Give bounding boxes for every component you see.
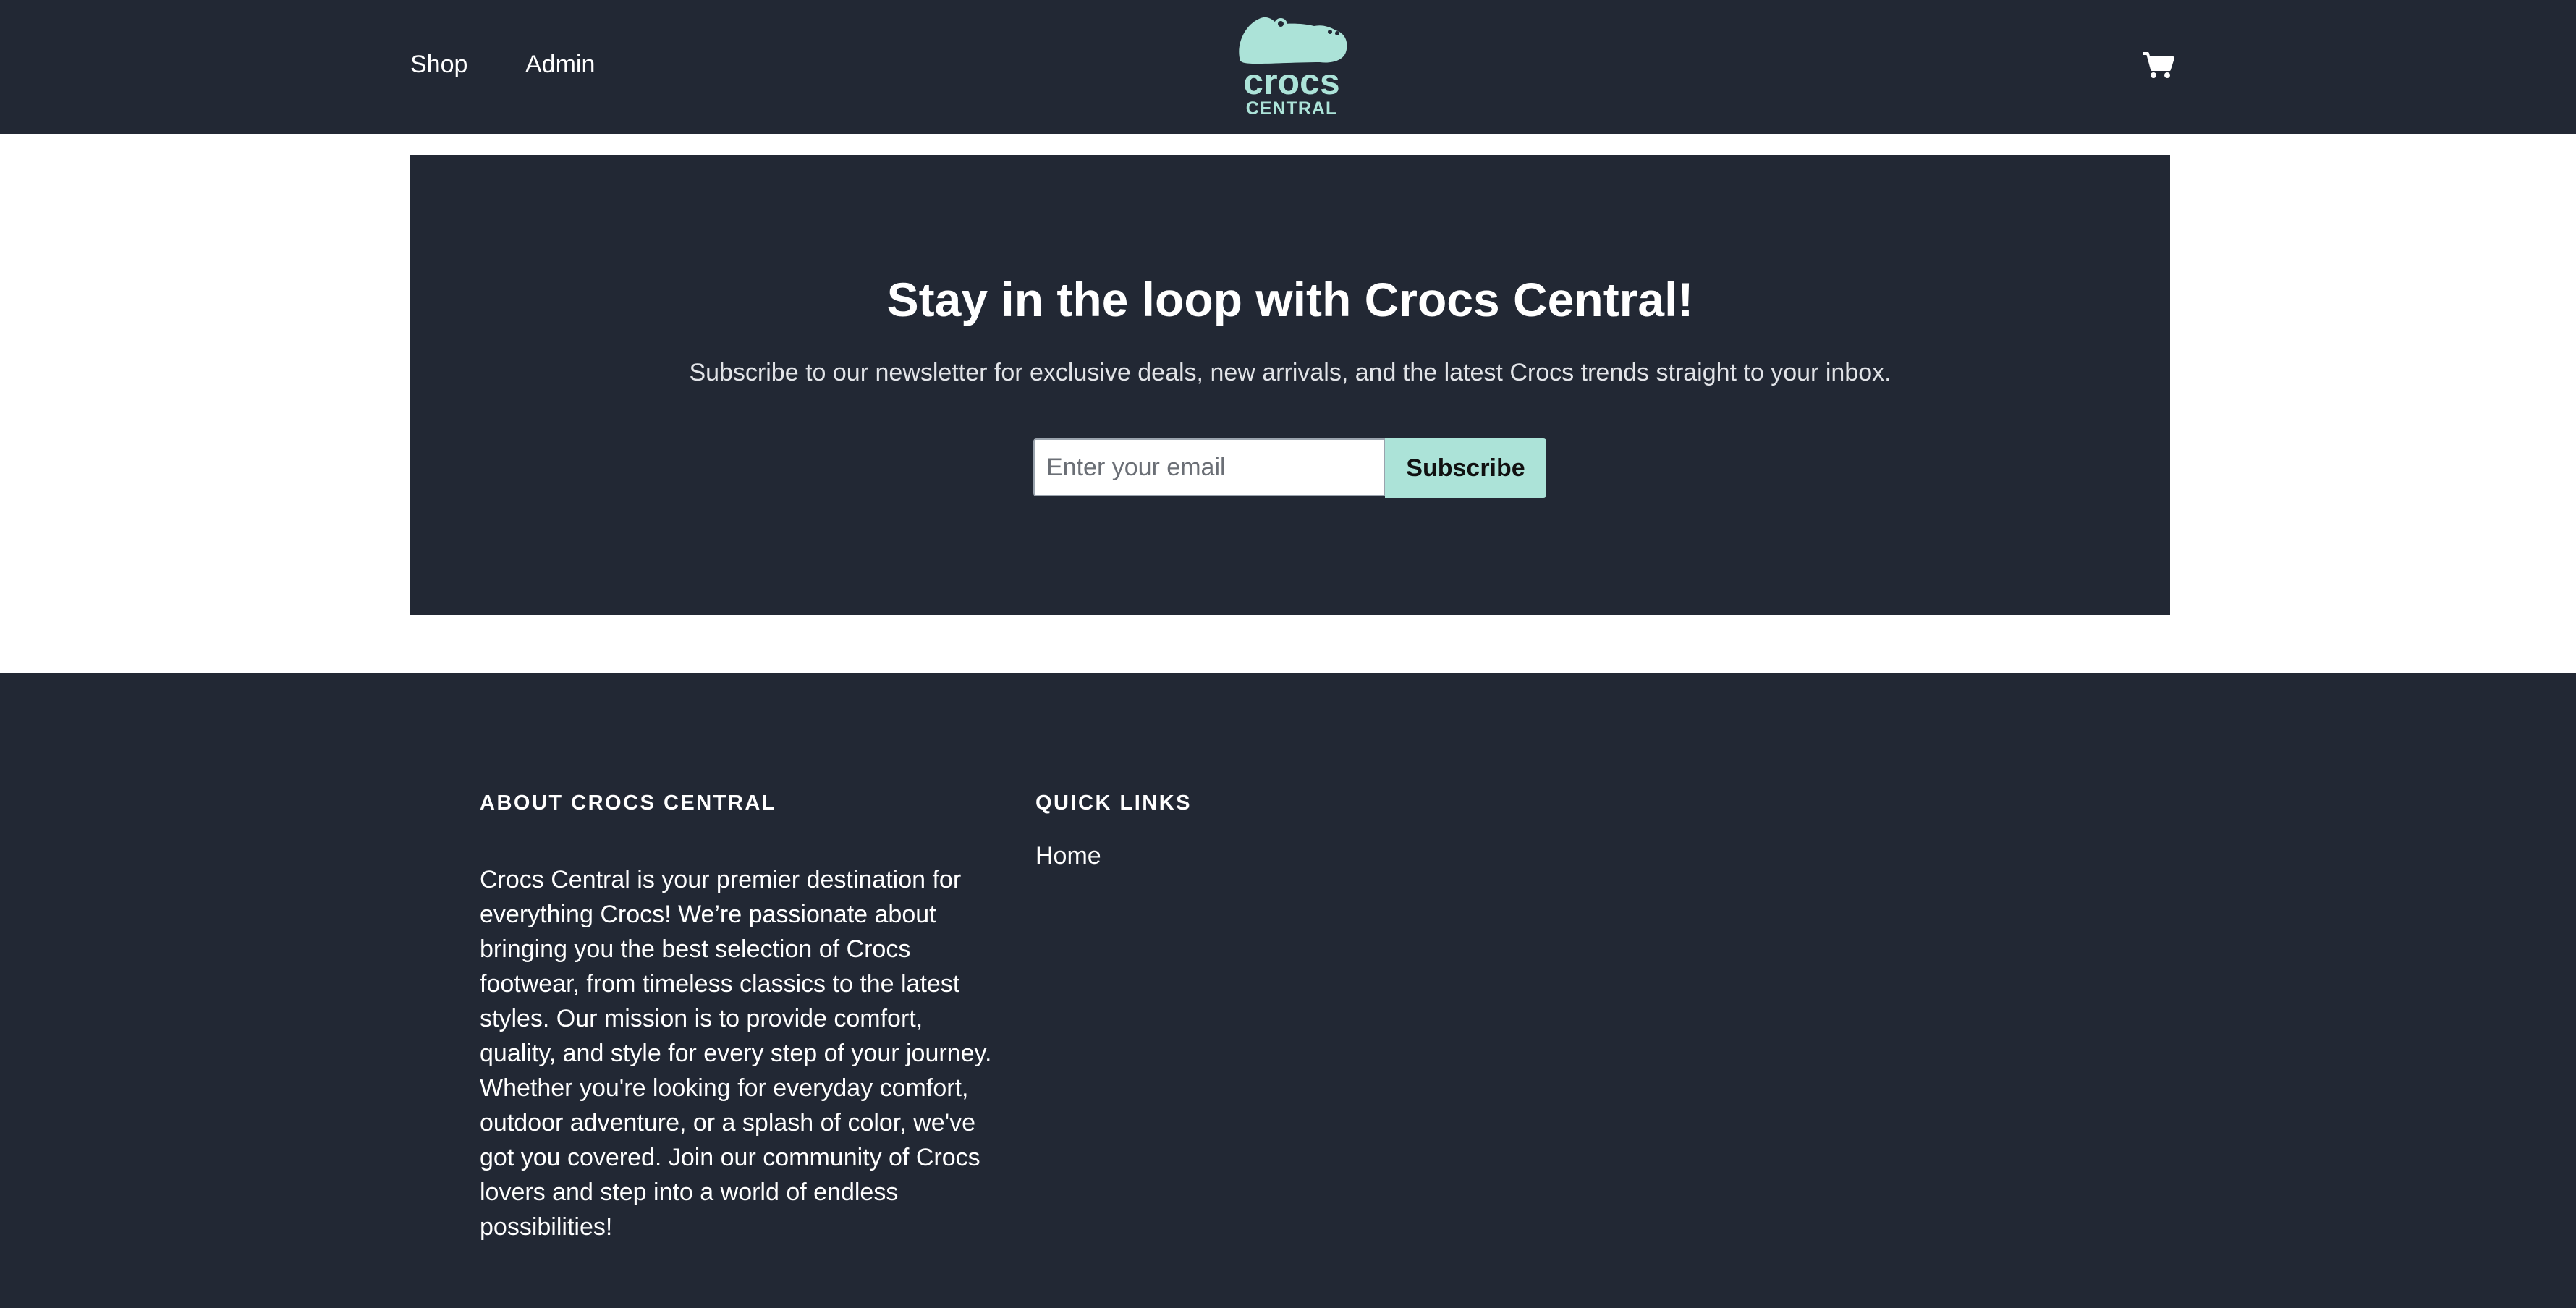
site-header: Shop Admin crocs CENTRAL	[0, 0, 2576, 134]
nav-shop-link[interactable]: Shop	[410, 49, 467, 80]
shopping-cart-icon[interactable]	[2140, 49, 2175, 80]
logo-text-central: CENTRAL	[1246, 98, 1337, 117]
crocs-central-logo[interactable]: crocs CENTRAL	[1230, 10, 1353, 119]
about-text: Crocs Central is your premier destinatio…	[480, 866, 992, 1241]
site-footer: ABOUT CROCS CENTRAL Crocs Central is you…	[0, 673, 2576, 1308]
about-heading: ABOUT CROCS CENTRAL	[480, 791, 776, 815]
quick-links-heading: QUICK LINKS	[1035, 791, 1192, 815]
nav-admin-link[interactable]: Admin	[525, 49, 595, 80]
logo-text-crocs: crocs	[1243, 61, 1339, 102]
email-input[interactable]	[1033, 438, 1385, 496]
logo-graphic: crocs CENTRAL	[1239, 17, 1347, 119]
subscribe-button[interactable]: Subscribe	[1385, 438, 1546, 498]
newsletter-subtitle: Subscribe to our newsletter for exclusiv…	[689, 359, 1891, 386]
newsletter-section: Stay in the loop with Crocs Central! Sub…	[410, 155, 2170, 615]
footer-link-home[interactable]: Home	[1035, 841, 1101, 871]
newsletter-title: Stay in the loop with Crocs Central!	[886, 273, 1694, 326]
